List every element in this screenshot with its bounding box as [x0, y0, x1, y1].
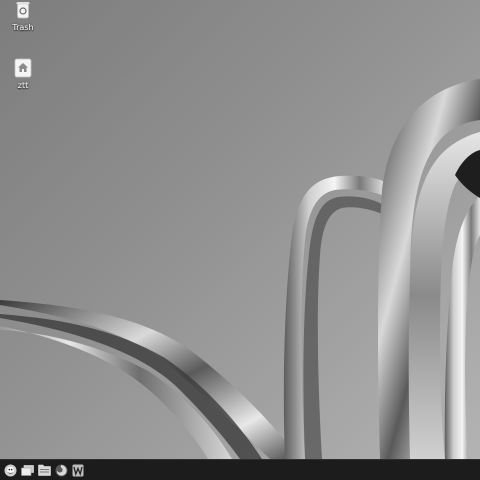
wallpaper-image — [0, 79, 480, 459]
desktop-icon-home-folder[interactable]: ztt — [1, 58, 45, 90]
desktop-icon-trash[interactable]: Trash — [1, 0, 45, 32]
home-folder-icon — [13, 58, 33, 78]
wps-writer-button[interactable] — [70, 462, 86, 478]
taskbar — [0, 459, 480, 480]
start-menu-icon — [4, 464, 17, 477]
wps-writer-icon — [72, 464, 84, 477]
desktop[interactable]: Trash ztt — [0, 0, 480, 459]
file-manager-icon — [37, 464, 51, 476]
desktop-icon-label: ztt — [17, 81, 29, 90]
trash-icon — [13, 0, 33, 20]
firefox-button[interactable] — [53, 462, 69, 478]
start-menu-button[interactable] — [2, 462, 18, 478]
firefox-icon — [55, 464, 68, 477]
show-desktop-icon — [20, 464, 34, 476]
file-manager-button[interactable] — [36, 462, 52, 478]
desktop-icon-label: Trash — [12, 23, 34, 32]
show-desktop-button[interactable] — [19, 462, 35, 478]
